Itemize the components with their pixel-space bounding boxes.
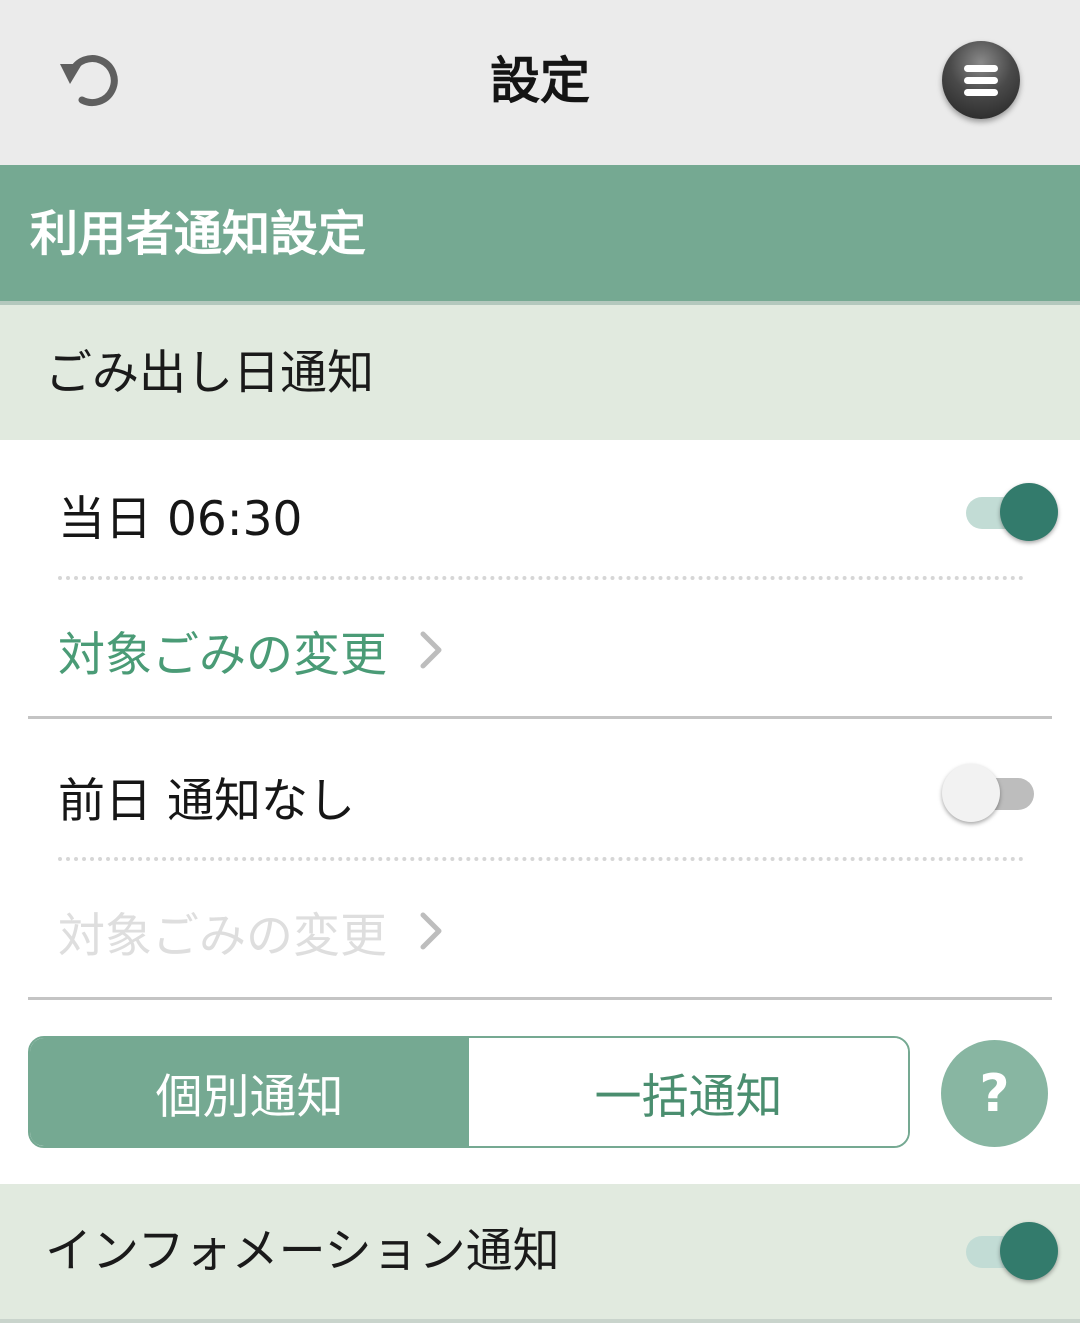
same-day-label: 当日 06:30 [58,492,303,547]
dotted-divider [58,576,1024,580]
notification-mode-selector: 個別通知 一括通知 [28,1036,910,1148]
bulk-notification-tab[interactable]: 一括通知 [469,1038,908,1146]
toggle-knob [942,764,1000,822]
top-bar: 設定 [0,0,1080,165]
same-day-change-target-link[interactable]: 対象ごみの変更 [58,605,443,695]
individual-notification-tab[interactable]: 個別通知 [30,1038,469,1146]
page-title: 設定 [490,52,590,110]
information-notification-label: インフォメーション通知 [45,1224,560,1279]
same-day-change-target-label: 対象ごみの変更 [58,627,387,683]
help-button[interactable]: ? [941,1040,1048,1147]
garbage-notification-header: ごみ出し日通知 [0,305,1080,440]
previous-day-label: 前日 通知なし [58,774,355,829]
chevron-right-icon [419,630,443,670]
toggle-knob [1000,483,1058,541]
same-day-toggle[interactable] [960,483,1060,543]
previous-day-change-target-link[interactable]: 対象ごみの変更 [58,886,443,976]
toggle-knob [1000,1222,1058,1280]
information-notification-row: インフォメーション通知 [0,1184,1080,1319]
section-title: 利用者通知設定 [30,206,367,262]
previous-day-change-target-label: 対象ごみの変更 [58,908,387,964]
garbage-notification-title: ごみ出し日通知 [45,346,374,401]
section-header: 利用者通知設定 [0,165,1080,305]
chevron-right-icon [419,911,443,951]
information-notification-toggle[interactable] [960,1222,1060,1282]
bottom-divider [0,1319,1080,1323]
dotted-divider [58,857,1024,861]
row-divider [28,716,1052,719]
previous-day-toggle[interactable] [942,764,1042,824]
row-divider [28,997,1052,1000]
menu-button[interactable] [942,41,1020,119]
